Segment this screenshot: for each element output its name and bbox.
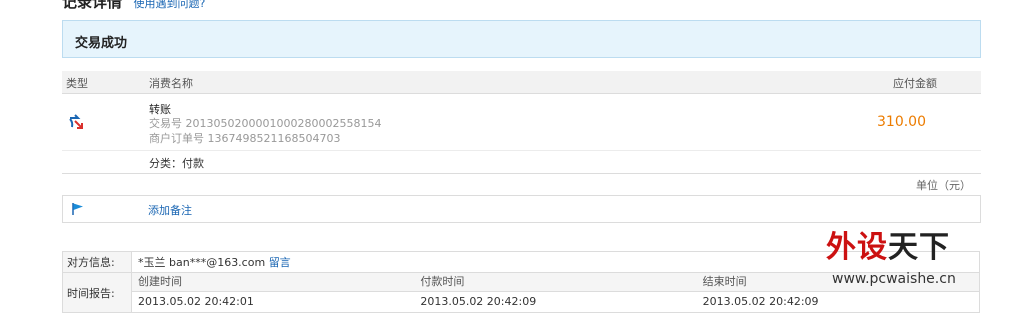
- header-type: 类型: [66, 77, 88, 90]
- help-link[interactable]: 使用遇到问题?: [134, 0, 206, 10]
- time-value-ended: 2013.05.02 20:42:09: [702, 295, 819, 308]
- counterparty-value: *玉兰 ban***@163.com: [138, 256, 266, 269]
- message-link[interactable]: 留言: [269, 256, 291, 269]
- time-value-created: 2013.05.02 20:42:01: [138, 295, 254, 308]
- header-name: 消费名称: [149, 77, 193, 90]
- status-banner: 交易成功: [62, 20, 981, 58]
- counterparty-label: 对方信息:: [62, 251, 132, 273]
- amount-value: 310.00: [877, 114, 926, 130]
- watermark-brand: 外设天下: [826, 230, 950, 265]
- transfer-icon: [69, 114, 83, 129]
- header-amount: 应付金额: [893, 77, 937, 90]
- page-title: 记录详情: [62, 0, 123, 11]
- watermark-url: www.pcwaishe.cn: [832, 271, 956, 287]
- flag-icon: [72, 203, 83, 215]
- time-report-label: 时间报告:: [62, 272, 132, 313]
- merchant-order-number: 商户订单号 1367498521168504703: [149, 132, 341, 145]
- time-column-paid: 付款时间 2013.05.02 20:42:09: [414, 273, 697, 312]
- time-head-paid: 付款时间: [414, 273, 697, 292]
- watermark: 外设天下 www.pcwaishe.cn: [826, 222, 982, 292]
- category-text: 分类：付款: [149, 157, 204, 170]
- page-header: 记录详情 使用遇到问题?: [62, 0, 206, 11]
- table-header: 类型 消费名称 应付金额: [62, 71, 981, 94]
- table-row: 转账 交易号 2013050200001000280002558154 商户订单…: [62, 94, 981, 151]
- category-row: 分类：付款: [62, 151, 981, 174]
- add-note-link[interactable]: 添加备注: [148, 202, 192, 218]
- time-value-paid: 2013.05.02 20:42:09: [420, 295, 537, 308]
- status-text: 交易成功: [75, 36, 128, 51]
- unit-label: 单位（元）: [916, 179, 971, 192]
- time-column-created: 创建时间 2013.05.02 20:42:01: [132, 273, 415, 312]
- transaction-table: 类型 消费名称 应付金额 转账 交易号 20130502000010002800…: [62, 71, 981, 174]
- trade-number: 交易号 2013050200001000280002558154: [149, 117, 382, 130]
- note-row: 添加备注: [62, 195, 981, 223]
- time-head-created: 创建时间: [132, 273, 415, 292]
